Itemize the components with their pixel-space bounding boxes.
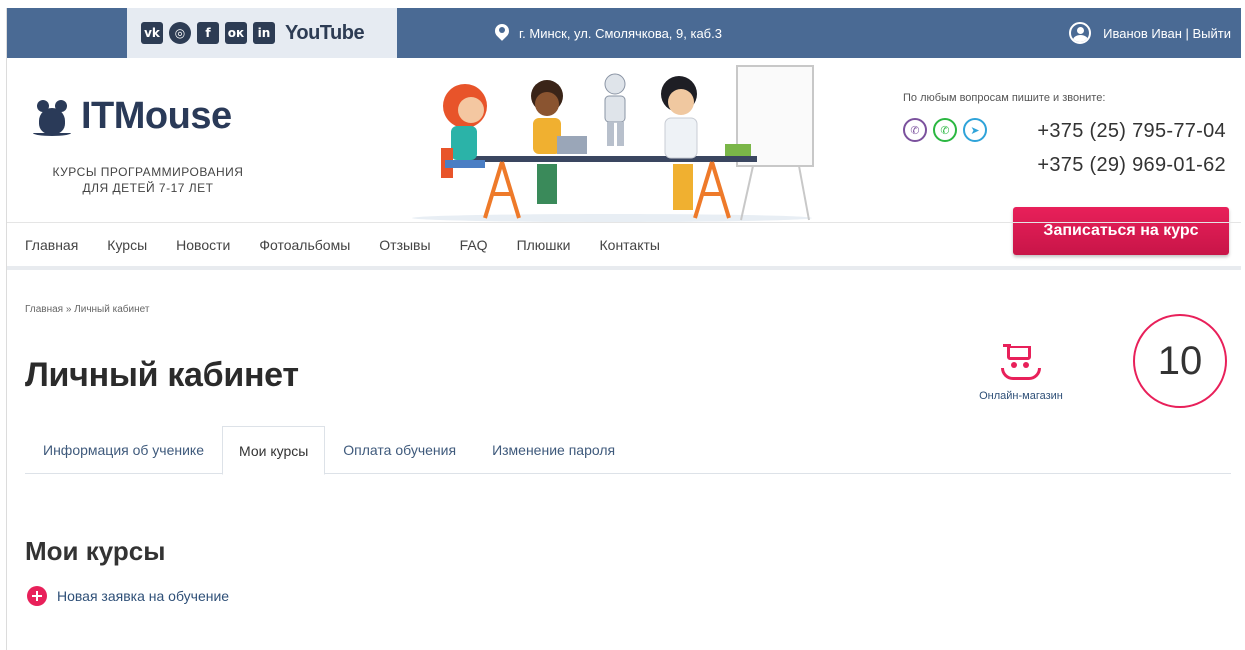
phone-1[interactable]: +375 (25) 795-77-04 <box>1037 120 1226 143</box>
tab-my-courses[interactable]: Мои курсы <box>222 426 326 475</box>
counter-badge: 10 <box>1133 314 1227 408</box>
address: г. Минск, ул. Смолячкова, 9, каб.3 <box>495 8 722 58</box>
section-title: Мои курсы <box>25 536 166 566</box>
instagram-icon[interactable]: ◎ <box>169 22 191 44</box>
facebook-icon[interactable]: f <box>197 22 219 44</box>
breadcrumb[interactable]: Главная » Личный кабинет <box>25 304 149 315</box>
whatsapp-icon[interactable]: ✆ <box>933 118 957 142</box>
social-links: vk ◎ f ок in YouTube <box>127 8 397 58</box>
nav-item-photoalbums[interactable]: Фотоальбомы <box>259 237 350 253</box>
vk-icon[interactable]: vk <box>141 22 163 44</box>
odnoklassniki-icon[interactable]: ок <box>225 22 247 44</box>
nav-item-faq[interactable]: FAQ <box>460 237 488 253</box>
main-nav: Главная Курсы Новости Фотоальбомы Отзывы… <box>7 222 1241 270</box>
new-request-link[interactable]: Новая заявка на обучение <box>27 586 229 606</box>
location-pin-icon <box>495 24 509 42</box>
nav-item-reviews[interactable]: Отзывы <box>379 237 430 253</box>
telegram-icon[interactable]: ➤ <box>963 118 987 142</box>
user-menu[interactable]: Иванов Иван | Выйти <box>1069 8 1231 58</box>
nav-item-contacts[interactable]: Контакты <box>600 237 660 253</box>
user-icon <box>1069 22 1092 44</box>
nav-item-news[interactable]: Новости <box>176 237 230 253</box>
tab-change-password[interactable]: Изменение пароля <box>474 426 633 474</box>
viber-icon[interactable]: ✆ <box>903 118 927 142</box>
mouse-logo-icon <box>31 94 73 138</box>
online-shop-label: Онлайн-магазин <box>979 390 1063 402</box>
youtube-link[interactable]: YouTube <box>285 22 365 45</box>
nav-item-home[interactable]: Главная <box>25 237 78 253</box>
shopping-cart-icon <box>1001 342 1041 382</box>
nav-item-extras[interactable]: Плюшки <box>517 237 571 253</box>
tagline-line-2: ДЛЯ ДЕТЕЙ 7-17 ЛЕТ <box>82 181 214 195</box>
page-title: Личный кабинет <box>25 356 299 394</box>
linkedin-icon[interactable]: in <box>253 22 275 44</box>
tab-student-info[interactable]: Информация об ученике <box>25 426 222 474</box>
hero-illustration <box>412 65 814 222</box>
contact-note: По любым вопросам пишите и звоните: <box>903 92 1106 104</box>
nav-item-courses[interactable]: Курсы <box>107 237 147 253</box>
logo-text: ITMouse <box>81 94 232 137</box>
phone-2[interactable]: +375 (29) 969-01-62 <box>1037 154 1226 177</box>
page: vk ◎ f ок in YouTube г. Минск, ул. Смоля… <box>6 8 1241 650</box>
logo[interactable]: ITMouse <box>31 94 232 138</box>
new-request-label[interactable]: Новая заявка на обучение <box>57 588 229 604</box>
tab-payment[interactable]: Оплата обучения <box>325 426 474 474</box>
plus-icon <box>27 586 47 606</box>
tagline-line-1: КУРСЫ ПРОГРАММИРОВАНИЯ <box>52 165 244 179</box>
address-text: г. Минск, ул. Смолячкова, 9, каб.3 <box>519 25 722 41</box>
user-label[interactable]: Иванов Иван | Выйти <box>1103 26 1231 41</box>
profile-tabs: Информация об ученике Мои курсы Оплата о… <box>25 426 1231 475</box>
tagline: КУРСЫ ПРОГРАММИРОВАНИЯ ДЛЯ ДЕТЕЙ 7-17 ЛЕ… <box>33 164 263 196</box>
messengers: ✆ ✆ ➤ <box>903 118 987 142</box>
top-bar: vk ◎ f ок in YouTube г. Минск, ул. Смоля… <box>7 8 1241 58</box>
online-shop-link[interactable]: Онлайн-магазин <box>955 342 1087 402</box>
